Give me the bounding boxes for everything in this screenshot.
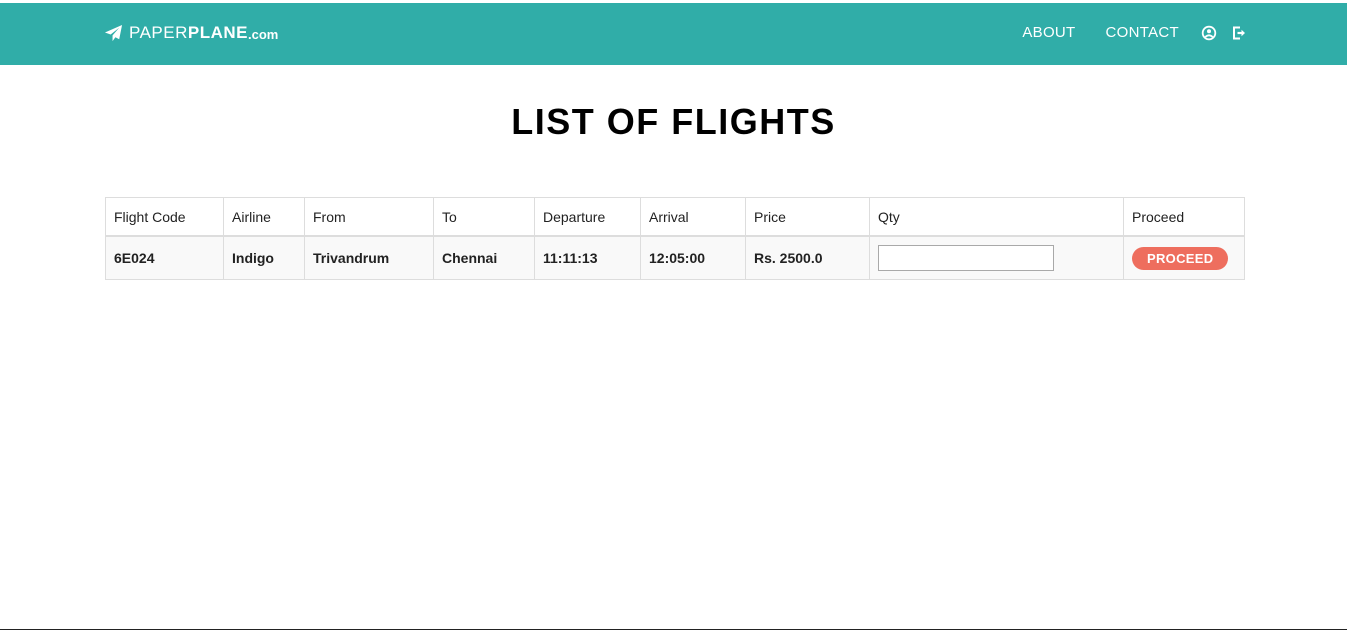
header-airline: Airline: [223, 197, 305, 237]
brand-plane-text: PLANE: [187, 23, 248, 42]
page-title: LIST OF FLIGHTS: [511, 101, 836, 142]
flights-table: Flight Code Airline From To Departure Ar…: [105, 197, 1245, 280]
header-departure: Departure: [534, 197, 641, 237]
header-to: To: [433, 197, 535, 237]
cell-to: Chennai: [433, 235, 535, 280]
header-flight-code: Flight Code: [105, 197, 224, 237]
cell-from: Trivandrum: [304, 235, 434, 280]
header-from: From: [304, 197, 434, 237]
header-qty: Qty: [869, 197, 1124, 237]
header-price: Price: [745, 197, 870, 237]
brand-tld-text: .com: [248, 27, 279, 42]
user-circle-icon[interactable]: [1201, 25, 1217, 41]
table-header-row: Flight Code Airline From To Departure Ar…: [105, 197, 1245, 237]
navbar: PAPER PLANE .com ABOUT CONTACT: [0, 3, 1347, 65]
proceed-button[interactable]: PROCEED: [1132, 246, 1229, 270]
nav-contact-link[interactable]: CONTACT: [1106, 24, 1179, 41]
cell-arrival: 12:05:00: [640, 235, 746, 280]
cell-departure: 11:11:13: [534, 235, 641, 280]
header-arrival: Arrival: [640, 197, 746, 237]
brand-logo[interactable]: PAPER PLANE .com: [104, 23, 278, 43]
paper-plane-icon: [104, 24, 129, 43]
cell-price: Rs. 2500.0: [745, 235, 870, 280]
nav-about-link[interactable]: ABOUT: [1022, 24, 1075, 41]
nav-menu: ABOUT CONTACT: [992, 24, 1247, 41]
cell-qty: [869, 235, 1124, 280]
cell-proceed: PROCEED: [1123, 235, 1245, 280]
table-row: 6E024 Indigo Trivandrum Chennai 11:11:13…: [105, 235, 1245, 280]
qty-input[interactable]: [878, 245, 1054, 271]
logout-icon[interactable]: [1231, 25, 1247, 41]
cell-airline: Indigo: [223, 235, 305, 280]
cell-flight-code: 6E024: [105, 235, 224, 280]
header-proceed: Proceed: [1123, 197, 1245, 237]
brand-paper-text: PAPER: [129, 23, 188, 42]
